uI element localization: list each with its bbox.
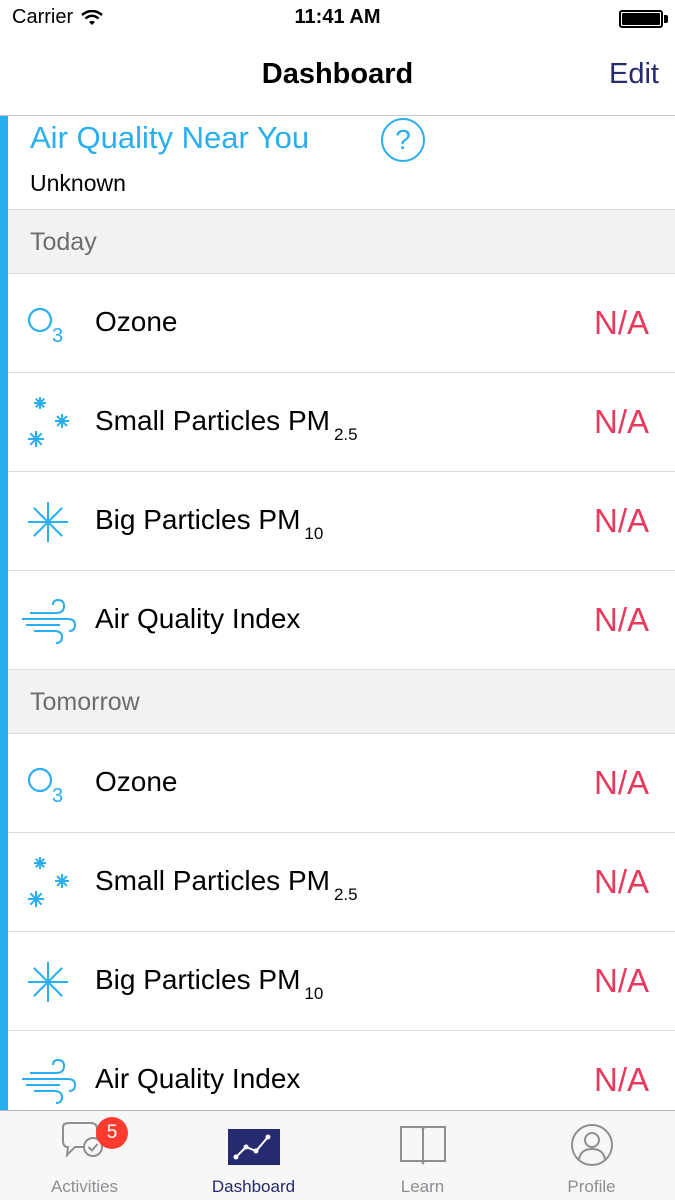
tab-label-learn: Learn [400,1177,445,1196]
tab-activities[interactable]: 5 Activities [0,1111,169,1200]
list-item[interactable]: Big Particles PM 10 N/A [8,472,675,571]
row-label: Ozone [95,306,178,338]
accent-bar [0,116,8,1110]
air-quality-header: Air Quality Near You ? Unknown [8,116,675,210]
row-label-text: Small Particles PM [95,405,330,436]
row-label: Big Particles PM 10 [95,964,323,1004]
row-label-text: Small Particles PM [95,865,330,896]
big-particles-icon [20,496,76,548]
row-value: N/A [593,1061,649,1098]
small-particles-icon [20,397,76,449]
tab-label-activities: Activities [50,1177,119,1196]
list-item[interactable]: Air Quality Index N/A [8,1031,675,1110]
activities-badge: 5 [96,1117,128,1149]
row-label: Air Quality Index [95,603,300,635]
section-label: Tomorrow [30,688,140,716]
section-header-tomorrow: Tomorrow [8,670,675,734]
air-quality-status: Unknown [30,170,126,196]
ozone-icon: 3 [20,758,76,810]
row-value: N/A [593,304,649,341]
row-value: N/A [593,601,649,638]
status-bar: Carrier 11:41 AM [0,0,675,40]
row-value: N/A [593,863,649,900]
row-label: Small Particles PM 2.5 [95,865,358,905]
svg-text:3: 3 [52,785,63,807]
tab-label-dashboard: Dashboard [211,1177,296,1196]
edit-button[interactable]: Edit [609,58,659,91]
list-item[interactable]: Big Particles PM 10 N/A [8,932,675,1031]
dashboard-icon [227,1129,280,1165]
svg-text:3: 3 [52,325,63,347]
small-particles-icon [20,857,76,909]
wind-icon [20,595,77,647]
row-label-subscript: 10 [304,984,324,1003]
row-value: N/A [593,403,649,440]
book-icon [399,1126,446,1166]
list-item[interactable]: Air Quality Index N/A [8,571,675,670]
tab-profile[interactable]: Profile [507,1111,675,1200]
wind-icon [20,1055,77,1107]
help-icon[interactable]: ? [381,118,425,162]
dashboard-list[interactable]: Air Quality Near You ? Unknown Today 3 Ozo… [0,116,675,1110]
tab-label-profile: Profile [567,1177,616,1196]
row-label-text: Ozone [95,766,178,797]
row-label-subscript: 2.5 [333,885,358,904]
list-item[interactable]: Small Particles PM 2.5 N/A [8,833,675,932]
row-value: N/A [593,502,649,539]
ozone-icon: 3 [20,298,76,350]
row-label-text: Air Quality Index [95,1063,301,1094]
row-label: Small Particles PM 2.5 [95,405,358,445]
list-item[interactable]: 3 Ozone N/A [8,734,675,833]
row-value: N/A [593,764,649,801]
air-quality-title: Air Quality Near You [30,120,310,155]
section-label: Today [30,228,97,256]
tab-bar: 5 Activities Dashboard Learn Profile [0,1110,675,1200]
row-value: N/A [593,962,649,999]
row-label: Air Quality Index [95,1063,300,1095]
row-label-subscript: 10 [304,524,324,543]
row-label-text: Big Particles PM [95,504,301,535]
row-label-text: Air Quality Index [95,603,301,634]
row-label: Big Particles PM 10 [95,504,323,544]
row-label: Ozone [95,766,178,798]
row-label-text: Big Particles PM [95,964,301,995]
row-label-text: Ozone [95,306,178,337]
page-title: Dashboard [261,58,414,90]
tab-dashboard[interactable]: Dashboard [169,1111,338,1200]
battery-tip [664,15,668,23]
list-item[interactable]: 3 Ozone N/A [8,274,675,373]
battery-icon [619,10,663,28]
tab-learn[interactable]: Learn [338,1111,507,1200]
navigation-bar: Dashboard Edit [0,40,675,116]
status-time: 11:41 AM [294,6,381,28]
section-header-today: Today [8,210,675,274]
row-label-subscript: 2.5 [333,425,358,444]
profile-icon [570,1124,613,1166]
big-particles-icon [20,956,76,1008]
list-item[interactable]: Small Particles PM 2.5 N/A [8,373,675,472]
